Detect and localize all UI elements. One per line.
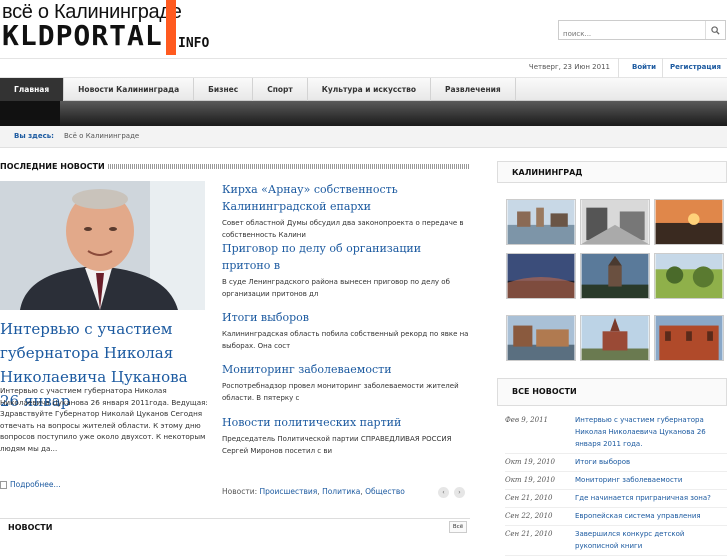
news-link[interactable]: Завершился конкурс детской рукописной кн… [575,528,727,552]
news-categories: Новости: Происшествия, Политика, Обществ… [222,487,405,496]
list-item: Сен 21, 2010 Завершился конкурс детской … [505,526,727,556]
gallery-thumb-church[interactable] [580,315,650,361]
gallery-thumb-street[interactable] [580,199,650,245]
news-link[interactable]: Европейская система управления [575,510,701,522]
news-section-title: НОВОСТИ [8,523,53,532]
category-link-society[interactable]: Общество [365,487,405,496]
news-date: Сен 22, 2010 [505,512,553,520]
news-title[interactable]: Приговор по делу об организации притоно … [222,240,472,274]
news-date: Фев 9, 2011 [505,416,548,424]
news-title[interactable]: Новости политических партий [222,414,472,431]
carousel-controls: ‹ › [438,487,465,498]
gallery-thumb-river[interactable] [506,199,576,245]
news-date: Окт 19, 2010 [505,476,555,484]
list-item: Приговор по делу об организации притоно … [222,240,472,309]
featured-photo[interactable] [0,181,205,310]
nav-item-news[interactable]: Новости Калининграда [64,78,195,101]
logo-suffix: INFO [178,36,210,51]
news-link[interactable]: Где начинается приграничная зона? [575,492,711,504]
gallery-thumb-brick-building[interactable] [654,315,724,361]
prev-arrow-icon[interactable]: ‹ [438,487,449,498]
current-date: Четверг, 23 Июн 2011 [528,63,610,71]
login-link[interactable]: Войти [632,63,656,71]
list-item: Сен 22, 2010 Европейская система управле… [505,508,727,526]
logo-accent-bar [166,0,176,55]
gallery-thumb-dusk[interactable] [506,253,576,299]
latest-news-list: Кирха «Арнау» собственность Калининградс… [222,181,472,457]
list-item: Итоги выборов Калининградская область по… [222,309,472,361]
list-item: Окт 19, 2010 Итоги выборов [505,454,727,472]
all-news-list: Фев 9, 2011 Интервью с участием губернат… [505,412,727,556]
news-title[interactable]: Мониторинг заболеваемости [222,361,472,378]
list-item: Сен 21, 2010 Где начинается приграничная… [505,490,727,508]
news-date: Сен 21, 2010 [505,494,553,502]
gallery-title: КАЛИНИНГРАД [512,168,583,177]
news-link[interactable]: Мониторинг заболеваемости [575,474,682,486]
divider [618,58,619,78]
logo[interactable]: KLDPORTAL [2,22,163,50]
register-link[interactable]: Регистрация [670,63,721,71]
list-item: Окт 19, 2010 Мониторинг заболеваемости [505,472,727,490]
breadcrumb-label: Вы здесь: [14,132,54,140]
search-button[interactable] [705,21,725,39]
nav-item-business[interactable]: Бизнес [194,78,254,101]
document-icon [0,480,7,489]
news-excerpt: Председатель Политической партии СПРАВЕД… [222,435,452,455]
news-section [0,518,470,545]
divider [662,58,663,78]
featured-article-excerpt: Интервью с участием губернатора Николая … [0,386,208,453]
governor-portrait-image [0,181,205,310]
category-link-incidents[interactable]: Происшествия [260,487,318,496]
list-item: Новости политических партий Председатель… [222,414,472,457]
gallery-thumb-park[interactable] [654,253,724,299]
nav-item-culture[interactable]: Культура и искусство [308,78,431,101]
search-icon [711,25,720,35]
all-news-button[interactable]: Всё [449,521,467,533]
list-item: Фев 9, 2011 Интервью с участием губернат… [505,412,727,454]
news-title[interactable]: Кирха «Арнау» собственность Калининградс… [222,181,472,215]
list-item: Кирха «Арнау» собственность Калининградс… [222,181,472,240]
categories-label: Новости: [222,487,258,496]
news-excerpt: В суде Ленинградского района вынесен при… [222,278,450,298]
search-input[interactable] [559,25,699,43]
category-link-politics[interactable]: Политика [322,487,360,496]
news-link[interactable]: Интервью с участием губернатора Николая … [575,414,725,450]
search-box [558,20,726,43]
news-date: Окт 19, 2010 [505,458,555,466]
news-date: Сен 21, 2010 [505,530,553,538]
gallery-thumb-sunset[interactable] [654,199,724,245]
news-link[interactable]: Итоги выборов [575,456,630,468]
news-excerpt: Роспотребнадзор провел мониторинг заболе… [222,382,459,402]
news-excerpt: Совет областной Думы обсудил два законоп… [222,219,464,239]
read-more-link[interactable]: Подробнее... [0,480,61,489]
latest-news-title: ПОСЛЕДНИЕ НОВОСТИ [0,162,105,171]
section-stripes [108,164,470,169]
read-more-label: Подробнее... [10,480,61,489]
next-arrow-icon[interactable]: › [454,487,465,498]
list-item: Мониторинг заболеваемости Роспотребнадзо… [222,361,472,414]
nav-item-entertainment[interactable]: Развлечения [431,78,516,101]
news-excerpt: Калининградская область побила собственн… [222,330,469,350]
sub-nav-bar [0,101,727,126]
nav-item-sport[interactable]: Спорт [253,78,308,101]
nav-item-home[interactable]: Главная [0,78,65,101]
gallery-thumb-embankment[interactable] [506,315,576,361]
gallery-thumb-cathedral[interactable] [580,253,650,299]
news-title[interactable]: Итоги выборов [222,309,472,326]
main-nav: Главная Новости Калининграда Бизнес Спор… [0,78,727,101]
breadcrumb-current: Всё о Калининграде [64,132,140,140]
all-news-title: ВСЕ НОВОСТИ [512,387,577,396]
